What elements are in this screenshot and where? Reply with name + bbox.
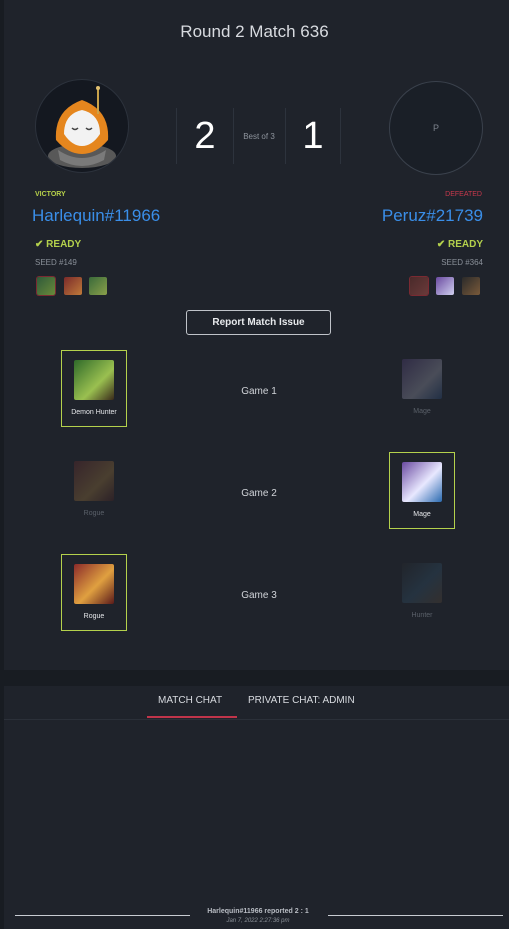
game-3-right-pick: Hunter [389,554,455,631]
ready-label: READY [46,239,82,250]
report-match-issue-button[interactable]: Report Match Issue [186,310,331,335]
left-result-label: VICTORY [35,191,66,198]
player-left-avatar[interactable] [35,79,129,173]
score-left: 2 [194,115,216,157]
score-divider [285,108,286,164]
game-3-label: Game 3 [241,590,277,601]
class-label: Hunter [411,612,433,619]
player-left-seed: SEED #149 [35,258,77,267]
game-1-right-pick: Mage [389,350,455,427]
tab-private-chat-admin[interactable]: PRIVATE CHAT: ADMIN [248,695,355,706]
right-result-label: DEFEATED [445,191,482,198]
game-3-left-pick: Rogue [61,554,127,631]
hunter-portrait-icon [402,563,442,603]
chat-panel [4,686,509,929]
hunter-class-icon [462,277,480,295]
active-tab-indicator [147,716,237,718]
class-label: Rogue [83,613,105,620]
game-2-left-pick: Rogue [61,452,127,529]
rogue-class-icon [410,277,428,295]
rogue-portrait-icon [74,564,114,604]
divider-line [328,915,503,916]
class-label: Rogue [83,510,105,517]
tab-match-chat[interactable]: MATCH CHAT [158,695,222,706]
player-left-ready: ✔ READY [35,239,81,250]
score-report-message: Harlequin#11966 reported 2 : 1 [207,908,309,915]
check-icon: ✔ [35,239,44,250]
page-title: Round 2 Match 636 [180,22,329,41]
demon-hunter-class-icon [37,277,55,295]
player-right-seed: SEED #364 [441,258,483,267]
mage-portrait-icon [402,359,442,399]
game-1-label: Game 1 [241,386,277,397]
rogue-class-icon [64,277,82,295]
divider-line [15,915,190,916]
player-left-name[interactable]: Harlequin#11966 [32,206,160,226]
score-divider [340,108,341,164]
hooded-avatar-icon [48,86,116,168]
class-label: Mage [413,408,431,415]
mage-portrait-icon [402,462,442,502]
avatar-letter: P [432,123,439,133]
demon-hunter-portrait-icon [74,360,114,400]
class-label: Demon Hunter [71,409,117,416]
player-right-name[interactable]: Peruz#21739 [382,206,483,226]
mage-class-icon [436,277,454,295]
score-report-timestamp: Jan 7, 2022 2:27:36 pm [226,918,290,924]
game-2-label: Game 2 [241,488,277,499]
game-1-left-pick: Demon Hunter [61,350,127,427]
class-label: Mage [413,511,431,518]
score-divider [176,108,177,164]
best-of-label: Best of 3 [243,132,275,141]
player-right-ready: ✔ READY [437,239,483,250]
ready-label: READY [447,239,483,250]
check-icon: ✔ [436,239,446,250]
rogue-portrait-icon [74,461,114,501]
chat-divider [4,719,509,720]
demon-hunter-class-icon [89,277,107,295]
score-right: 1 [302,115,324,157]
game-2-right-pick: Mage [389,452,455,529]
player-right-avatar[interactable]: P [389,81,483,175]
